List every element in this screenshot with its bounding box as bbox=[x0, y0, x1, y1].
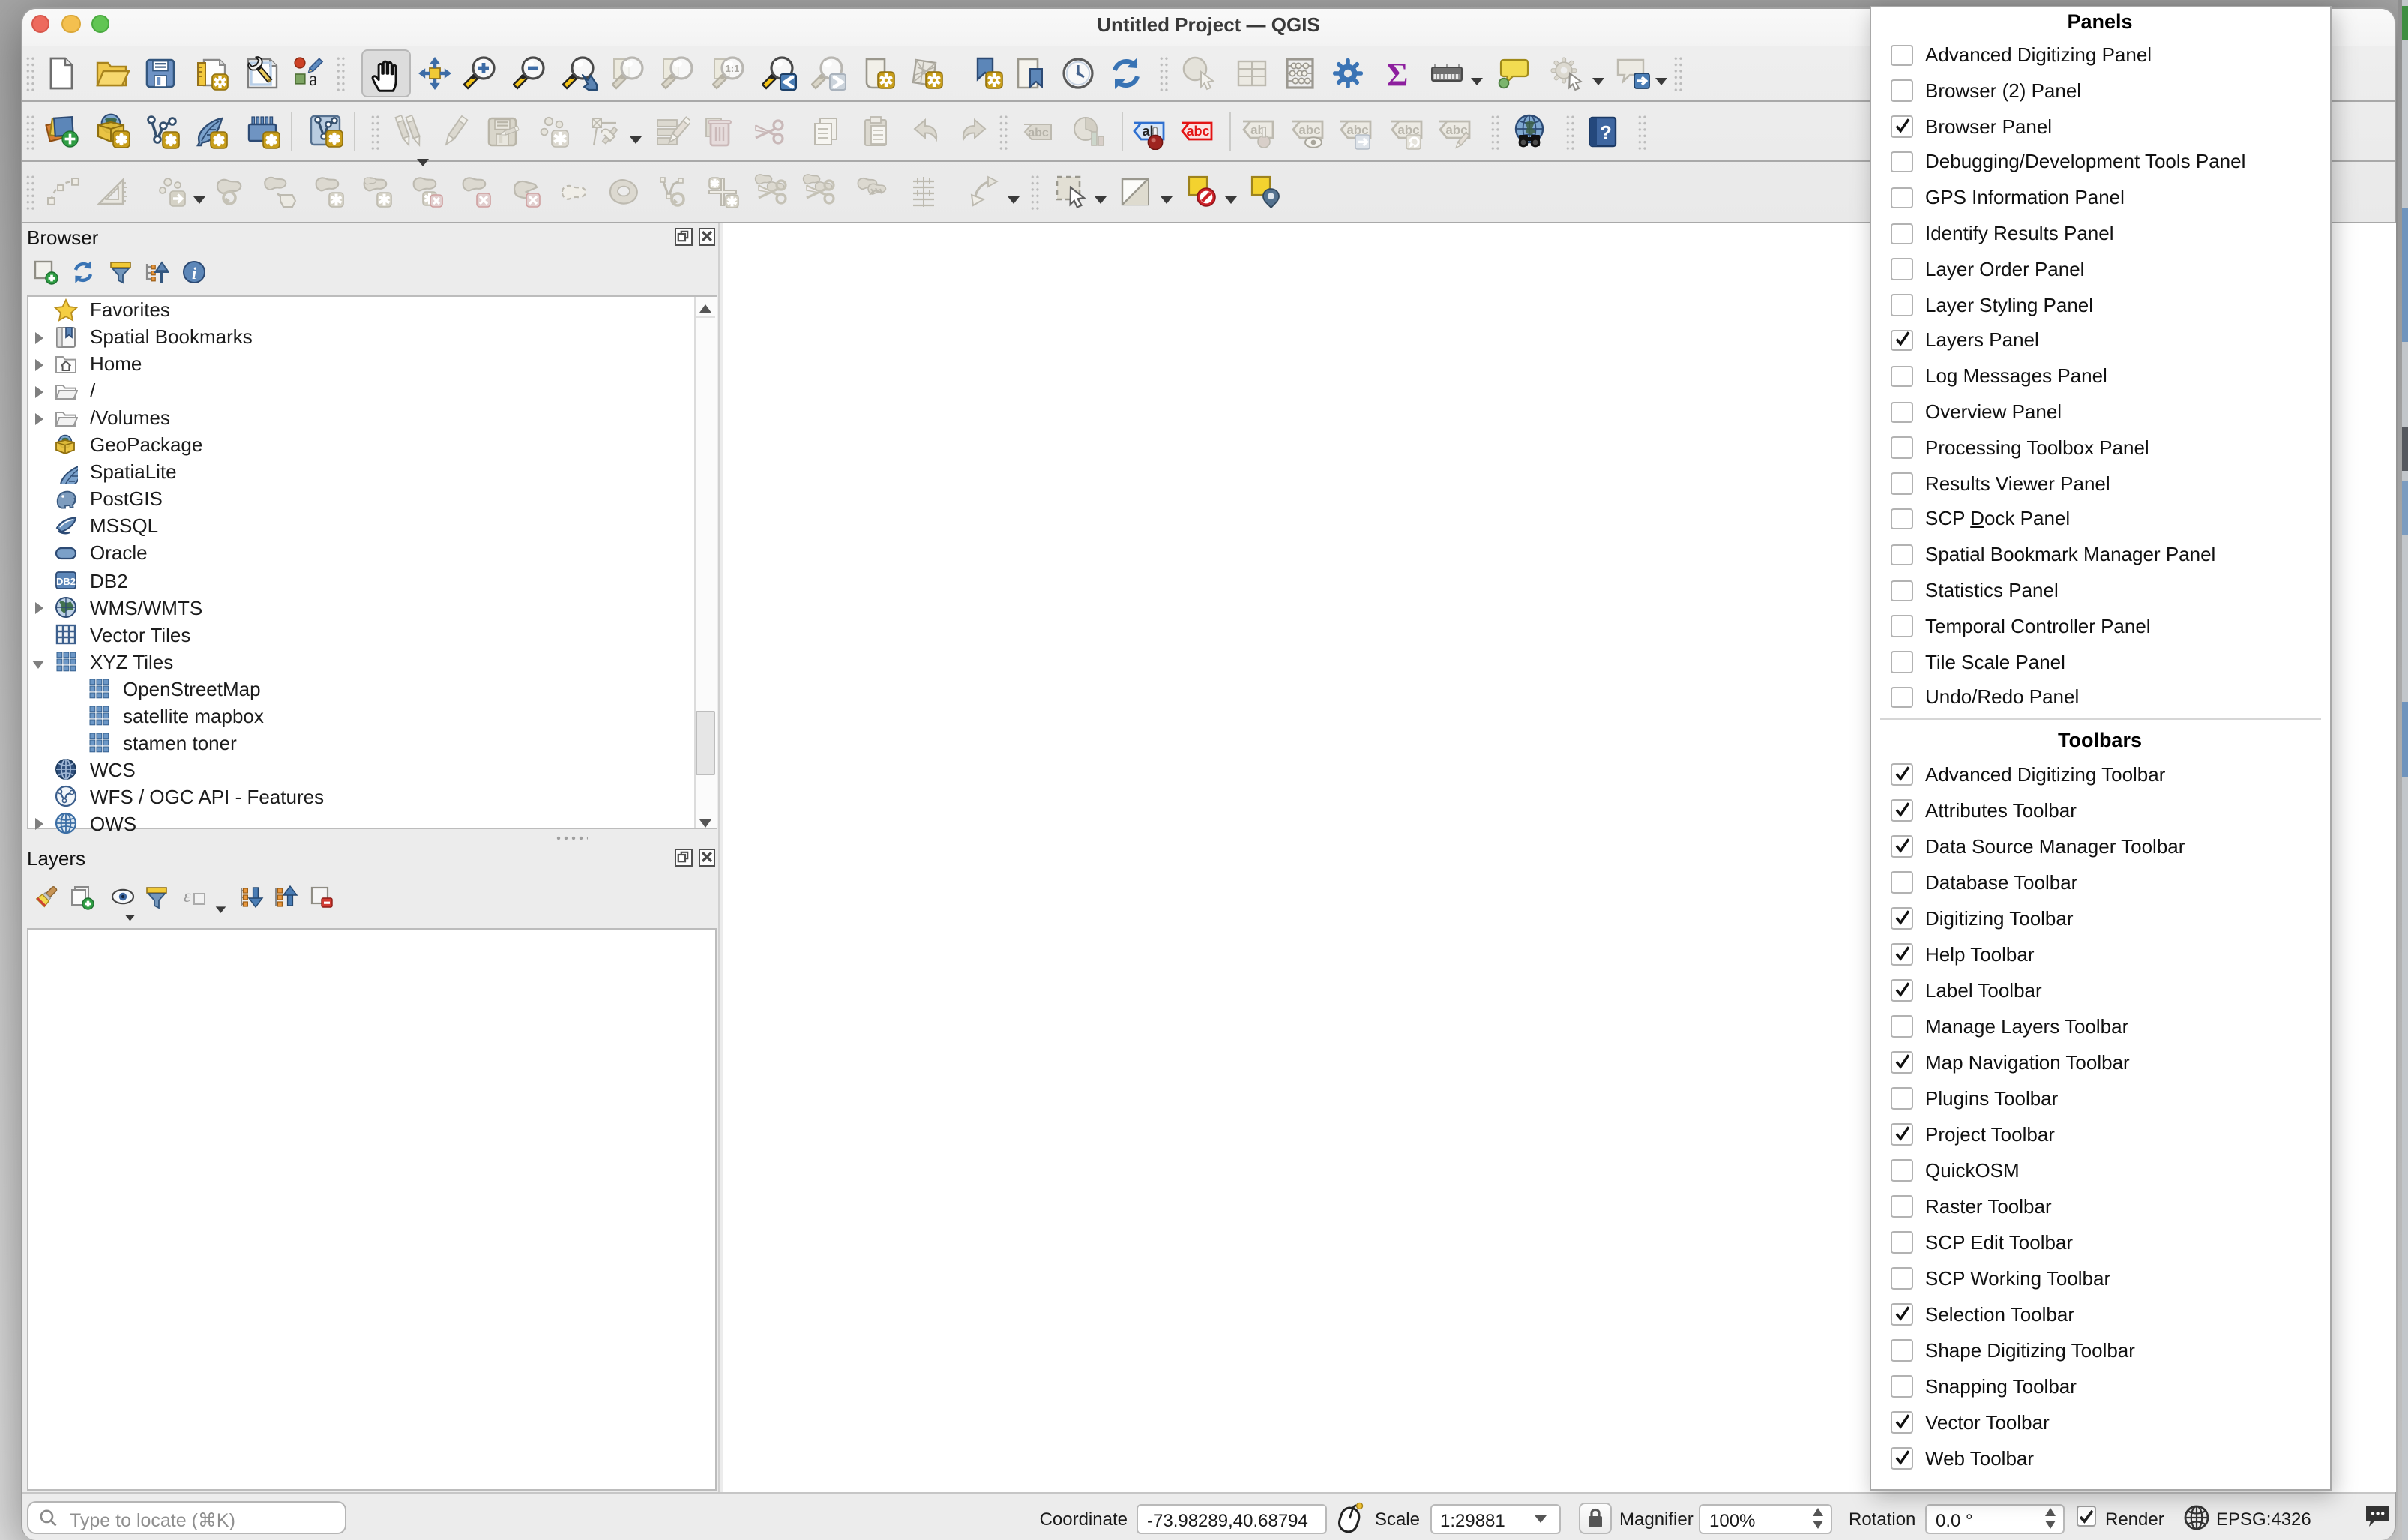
svg-text:1:1: 1:1 bbox=[725, 63, 739, 74]
svg-text:Σ: Σ bbox=[1386, 56, 1408, 91]
svg-text:abc: abc bbox=[1298, 122, 1320, 136]
svg-text:?: ? bbox=[1600, 121, 1612, 143]
svg-text:ε: ε bbox=[184, 886, 191, 906]
svg-text:abc: abc bbox=[1027, 126, 1048, 139]
svg-text:i: i bbox=[191, 264, 196, 283]
svg-text:abc: abc bbox=[1186, 123, 1209, 138]
svg-text:DB2: DB2 bbox=[56, 576, 76, 587]
